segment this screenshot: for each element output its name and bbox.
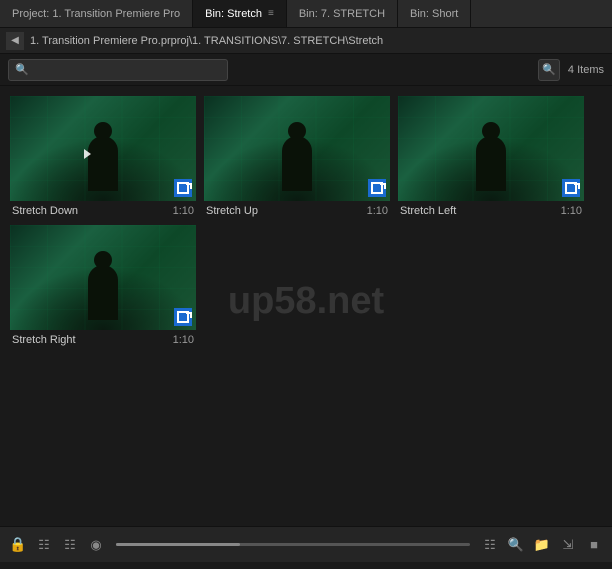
grid-view-icon: ☷ (64, 537, 76, 553)
bottom-toolbar: 🔒 ☷ ☷ ◉ ☷ 🔍 📁 ⇲ ■ (0, 526, 612, 562)
badge-4 (174, 308, 192, 326)
bin-short-label: Bin: Short (410, 8, 458, 20)
badge-inner-4 (177, 311, 189, 323)
bin-stretch-label: Bin: Stretch (205, 8, 262, 20)
filter-icon: 🔍 (542, 63, 556, 76)
badge-inner-1 (177, 182, 189, 194)
breadcrumb-bar: ◀ 1. Transition Premiere Pro.prproj\1. T… (0, 28, 612, 54)
badge-inner-3 (565, 182, 577, 194)
name-stretch-down: Stretch Down (12, 205, 78, 217)
media-item-stretch-down[interactable]: Stretch Down 1:10 (10, 96, 196, 217)
search-toolbar-button[interactable]: 🔍 (506, 535, 526, 555)
freeform-icon: ◉ (90, 537, 101, 553)
bin-stretch-tab[interactable]: Bin: Stretch ≡ (193, 0, 287, 27)
back-button[interactable]: ◀ (6, 32, 24, 50)
grid-view-button[interactable]: ☷ (60, 535, 80, 555)
search-wrapper[interactable]: 🔍 (8, 59, 228, 81)
label-stretch-up: Stretch Up 1:10 (204, 205, 390, 217)
name-stretch-left: Stretch Left (400, 205, 456, 217)
list-view-button[interactable]: ☷ (34, 535, 54, 555)
search-bar: 🔍 🔍 4 Items (0, 54, 612, 86)
watermark: up58.net (228, 280, 384, 323)
slider-track[interactable] (116, 543, 470, 546)
label-stretch-right: Stretch Right 1:10 (10, 334, 196, 346)
label-stretch-down: Stretch Down 1:10 (10, 205, 196, 217)
project-tab-label: Project: 1. Transition Premiere Pro (12, 8, 180, 20)
menu-icon: ≡ (268, 8, 274, 19)
toolbar-right: ☷ 🔍 📁 ⇲ ■ (480, 535, 604, 555)
slider-thumb (116, 543, 240, 546)
label-stretch-left: Stretch Left 1:10 (398, 205, 584, 217)
sort-icon: ☷ (484, 537, 496, 553)
back-icon: ◀ (11, 35, 19, 46)
figure-3 (476, 136, 506, 191)
search-toolbar-icon: 🔍 (508, 537, 524, 553)
bin-short-tab[interactable]: Bin: Short (398, 0, 471, 27)
thumbnail-stretch-down[interactable] (10, 96, 196, 201)
badge-3 (562, 179, 580, 197)
search-right-controls: 🔍 4 Items (538, 59, 604, 81)
new-bin-icon: 📁 (534, 537, 550, 553)
duration-stretch-down: 1:10 (173, 205, 194, 217)
new-item-button[interactable]: ⇲ (558, 535, 578, 555)
clear-icon: ■ (590, 537, 598, 552)
name-stretch-up: Stretch Up (206, 205, 258, 217)
new-item-icon: ⇲ (563, 537, 574, 553)
media-item-stretch-right[interactable]: Stretch Right 1:10 (10, 225, 196, 346)
badge-1 (174, 179, 192, 197)
lock-button[interactable]: 🔒 (8, 535, 28, 555)
duration-stretch-right: 1:10 (173, 334, 194, 346)
duration-stretch-left: 1:10 (561, 205, 582, 217)
media-item-stretch-left[interactable]: Stretch Left 1:10 (398, 96, 584, 217)
items-count: 4 Items (568, 64, 604, 76)
freeform-button[interactable]: ◉ (86, 535, 106, 555)
media-item-stretch-up[interactable]: Stretch Up 1:10 (204, 96, 390, 217)
figure-4 (88, 265, 118, 320)
bin-7-stretch-tab[interactable]: Bin: 7. STRETCH (287, 0, 398, 27)
clear-button[interactable]: ■ (584, 535, 604, 555)
thumbnail-stretch-left[interactable] (398, 96, 584, 201)
filter-button[interactable]: 🔍 (538, 59, 560, 81)
badge-2 (368, 179, 386, 197)
thumbnail-stretch-right[interactable] (10, 225, 196, 330)
duration-stretch-up: 1:10 (367, 205, 388, 217)
project-tab[interactable]: Project: 1. Transition Premiere Pro (0, 0, 193, 27)
title-bar: Project: 1. Transition Premiere Pro Bin:… (0, 0, 612, 28)
bin-7-stretch-label: Bin: 7. STRETCH (299, 8, 385, 20)
breadcrumb-path: 1. Transition Premiere Pro.prproj\1. TRA… (30, 35, 383, 47)
badge-inner-2 (371, 182, 383, 194)
new-bin-button[interactable]: 📁 (532, 535, 552, 555)
list-view-icon: ☷ (38, 537, 50, 553)
name-stretch-right: Stretch Right (12, 334, 76, 346)
lock-icon: 🔒 (9, 536, 26, 553)
figure-1 (88, 136, 118, 191)
search-icon: 🔍 (15, 63, 29, 76)
search-input[interactable] (33, 64, 213, 76)
sort-button[interactable]: ☷ (480, 535, 500, 555)
figure-2 (282, 136, 312, 191)
content-area: up58.net Stretch Down 1:10 (0, 86, 612, 526)
thumbnail-stretch-up[interactable] (204, 96, 390, 201)
cursor-overlay (84, 149, 91, 159)
